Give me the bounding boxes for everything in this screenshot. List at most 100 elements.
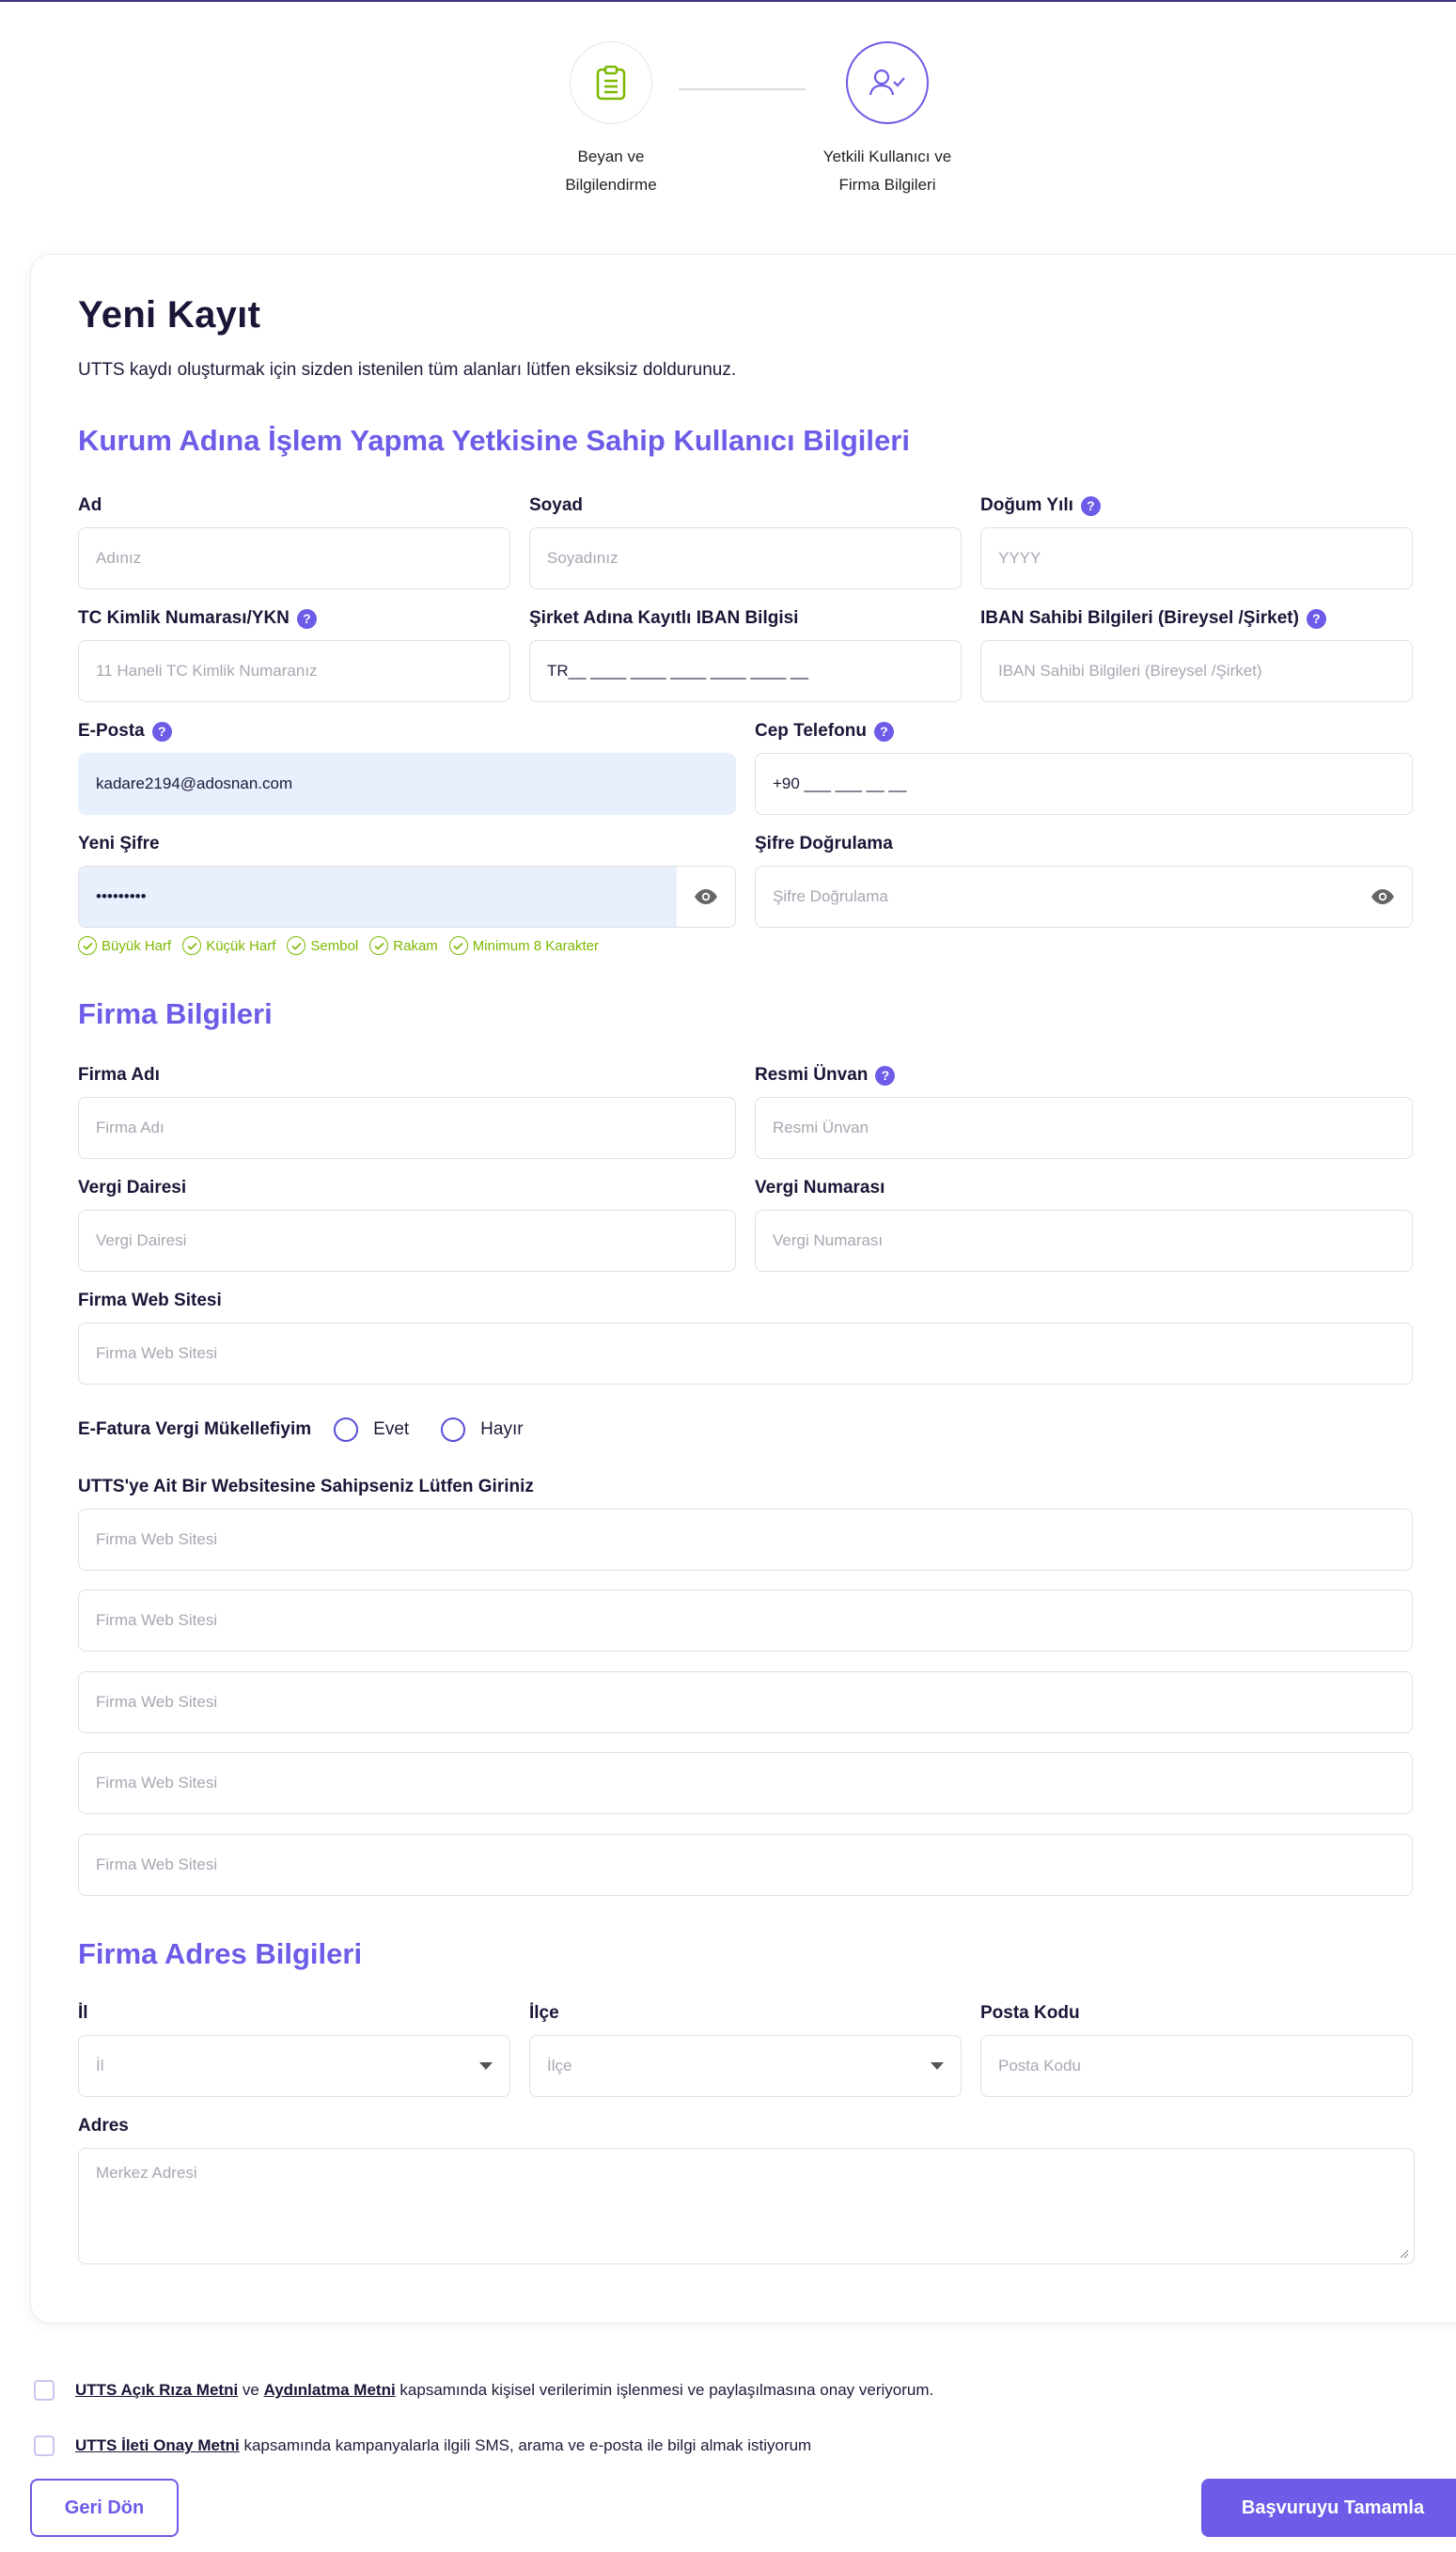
radio-evet[interactable]	[334, 1417, 359, 1442]
help-icon[interactable]: ?	[1080, 495, 1101, 516]
top-border	[0, 0, 1456, 2]
iban-sahibi-label: IBAN Sahibi Bilgileri (Bireysel /Şirket)…	[980, 608, 1326, 629]
web-sitesi-input[interactable]	[78, 1323, 1413, 1385]
ad-label: Ad	[78, 495, 102, 515]
soyad-label: Soyad	[529, 495, 584, 515]
firma-adi-label: Firma Adı	[78, 1065, 160, 1085]
email-label: E-Posta?	[78, 721, 172, 742]
resize-handle-icon[interactable]	[1398, 2247, 1409, 2259]
adres-textarea[interactable]	[78, 2148, 1415, 2264]
ilce-select[interactable]: İlçe	[529, 2035, 962, 2097]
firm-section-title: Firma Bilgileri	[78, 997, 273, 1030]
registration-form-card: Yeni Kayıt UTTS kaydı oluşturmak için si…	[30, 254, 1456, 2324]
step-beyan[interactable]: Beyan ve Bilgilendirme	[523, 41, 699, 199]
consent-text: UTTS İleti Onay Metni kapsamında kampany…	[75, 2436, 812, 2454]
help-icon[interactable]: ?	[1306, 608, 1326, 629]
submit-button[interactable]: Başvuruyu Tamamla	[1201, 2479, 1456, 2537]
firma-adi-input[interactable]	[78, 1097, 736, 1159]
efatura-group: E-Fatura Vergi Mükellefiyim Evet Hayır	[78, 1417, 540, 1442]
utts-site-input[interactable]	[78, 1834, 1413, 1896]
utts-site-input[interactable]	[78, 1589, 1413, 1652]
page-title: Yeni Kayıt	[78, 294, 261, 336]
radio-hayir[interactable]	[441, 1417, 466, 1442]
acik-riza-link[interactable]: UTTS Açık Rıza Metni	[75, 2381, 238, 2399]
step-label: Beyan ve Bilgilendirme	[565, 148, 657, 194]
web-sitesi-label: Firma Web Sitesi	[78, 1291, 222, 1310]
rule-item: Sembol	[287, 936, 358, 955]
consent-checkbox[interactable]	[34, 2380, 55, 2401]
eye-icon[interactable]	[677, 867, 735, 927]
dogum-yili-input[interactable]	[980, 527, 1413, 589]
resmi-unvan-input[interactable]	[755, 1097, 1413, 1159]
ilce-placeholder: İlçe	[547, 2057, 572, 2074]
help-icon[interactable]: ?	[296, 608, 317, 629]
aydinlatma-link[interactable]: Aydınlatma Metni	[264, 2381, 396, 2399]
vergi-numarasi-label: Vergi Numarası	[755, 1178, 885, 1198]
resmi-unvan-label: Resmi Ünvan?	[755, 1065, 896, 1086]
il-placeholder: İl	[96, 2057, 104, 2074]
consent-kvkk: UTTS Açık Rıza Metni ve Aydınlatma Metni…	[34, 2380, 933, 2401]
check-icon	[78, 936, 97, 955]
step-yetkili[interactable]: Yetkili Kullanıcı ve Firma Bilgileri	[799, 41, 976, 199]
utts-site-input[interactable]	[78, 1509, 1413, 1571]
chevron-down-icon	[931, 2062, 944, 2070]
tc-label: TC Kimlik Numarası/YKN?	[78, 608, 317, 629]
consent-text: UTTS Açık Rıza Metni ve Aydınlatma Metni…	[75, 2381, 934, 2399]
adres-label: Adres	[78, 2116, 129, 2136]
ileti-onay-link[interactable]: UTTS İleti Onay Metni	[75, 2436, 240, 2454]
consent-ileti: UTTS İleti Onay Metni kapsamında kampany…	[34, 2435, 811, 2456]
eye-icon[interactable]	[1354, 867, 1412, 927]
chevron-down-icon	[479, 2062, 493, 2070]
il-select[interactable]: İl	[78, 2035, 510, 2097]
check-icon	[369, 936, 389, 955]
user-section-title: Kurum Adına İşlem Yapma Yetkisine Sahip …	[78, 424, 910, 457]
sifre-dogrulama-input[interactable]	[756, 867, 1354, 927]
telefon-input[interactable]: +90 ___ ___ __ __	[755, 753, 1413, 815]
vergi-numarasi-input[interactable]	[755, 1210, 1413, 1272]
telefon-label: Cep Telefonu?	[755, 721, 894, 742]
sifre-dogrulama-field	[755, 866, 1413, 928]
vergi-dairesi-label: Vergi Dairesi	[78, 1178, 187, 1198]
sifre-label: Yeni Şifre	[78, 834, 160, 853]
efatura-label: E-Fatura Vergi Mükellefiyim	[78, 1419, 312, 1439]
posta-kodu-label: Posta Kodu	[980, 2003, 1080, 2023]
back-button[interactable]: Geri Dön	[30, 2479, 179, 2537]
sifre-field: •••••••••	[78, 866, 736, 928]
page-subtitle: UTTS kaydı oluşturmak için sizden isteni…	[78, 360, 737, 380]
help-icon[interactable]: ?	[875, 1065, 896, 1086]
help-icon[interactable]: ?	[151, 721, 172, 742]
iban-input[interactable]: TR__ ____ ____ ____ ____ ____ __	[529, 640, 962, 702]
clipboard-icon	[570, 41, 652, 124]
password-rules: Büyük Harf Küçük Harf Sembol Rakam Minim…	[78, 936, 599, 955]
sifre-dogrulama-label: Şifre Doğrulama	[755, 834, 893, 853]
rule-item: Küçük Harf	[182, 936, 275, 955]
utts-sites-label: UTTS'ye Ait Bir Websitesine Sahipseniz L…	[78, 1477, 534, 1496]
check-icon	[182, 936, 202, 955]
soyad-input[interactable]	[529, 527, 962, 589]
adres-field	[78, 2148, 1415, 2264]
help-icon[interactable]: ?	[873, 721, 894, 742]
check-icon	[287, 936, 306, 955]
rule-item: Rakam	[369, 936, 438, 955]
ilce-label: İlçe	[529, 2003, 559, 2023]
radio-hayir-label: Hayır	[480, 1419, 524, 1439]
dogum-yili-label: Doğum Yılı?	[980, 495, 1101, 516]
rule-item: Büyük Harf	[78, 936, 171, 955]
il-label: İl	[78, 2003, 88, 2023]
consent-checkbox[interactable]	[34, 2435, 55, 2456]
utts-site-input[interactable]	[78, 1671, 1413, 1733]
utts-site-input[interactable]	[78, 1752, 1413, 1814]
step-label: Yetkili Kullanıcı ve Firma Bilgileri	[822, 148, 952, 194]
rule-item: Minimum 8 Karakter	[448, 936, 599, 955]
check-icon	[448, 936, 468, 955]
step-connector	[679, 88, 806, 90]
sifre-input[interactable]: •••••••••	[79, 867, 677, 927]
iban-sahibi-input[interactable]	[980, 640, 1413, 702]
email-input[interactable]: kadare2194@adosnan.com	[78, 753, 736, 815]
user-check-icon	[846, 41, 929, 124]
posta-kodu-input[interactable]	[980, 2035, 1413, 2097]
ad-input[interactable]	[78, 527, 510, 589]
tc-input[interactable]	[78, 640, 510, 702]
address-section-title: Firma Adres Bilgileri	[78, 1937, 363, 1970]
vergi-dairesi-input[interactable]	[78, 1210, 736, 1272]
